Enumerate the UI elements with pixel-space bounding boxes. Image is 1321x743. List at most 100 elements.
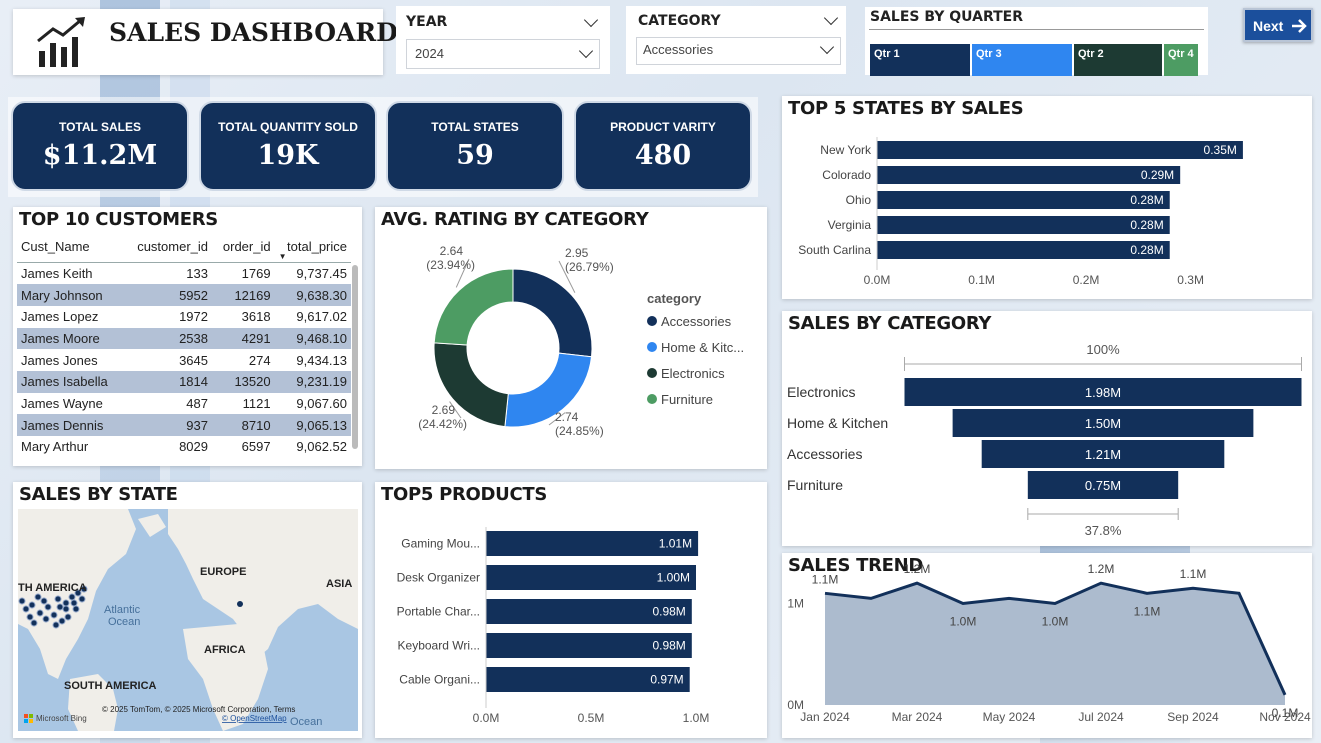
map-label-ocean: Ocean [108, 616, 140, 628]
table-cell: 3618 [241, 309, 271, 325]
top-states-card: TOP 5 STATES BY SALES New York 0.35M Color… [782, 96, 1312, 299]
table-cell: 487 [186, 395, 208, 411]
year-dropdown[interactable]: 2024 [406, 39, 600, 69]
legend-label[interactable]: Accessories [661, 314, 732, 329]
quarter-tile-q3[interactable]: Qtr 3 [972, 44, 1072, 76]
map-label-africa: AFRICA [204, 644, 246, 656]
microsoft-logo [24, 714, 28, 718]
column-header[interactable]: order_id [212, 235, 275, 263]
year-slicer: YEAR 2024 [396, 6, 610, 74]
data-label: 0.75M [1085, 478, 1121, 493]
quarter-divider [869, 29, 1204, 30]
table-row[interactable]: Mary Arthur 8029 6597 9,062.52 [17, 436, 351, 458]
data-label: (26.79%) [565, 260, 614, 274]
kpi-value: 59 [456, 140, 494, 171]
map-osm-link: © OpenStreetMap [222, 714, 287, 723]
table-cell: 4291 [212, 327, 275, 350]
data-label: 1.2M [904, 562, 931, 576]
category-label: South Carlina [798, 243, 871, 257]
table-cell: 2538 [123, 327, 212, 350]
sales-by-state-card: SALES BY STATE TH AMERICA EUROPE ASIA AF… [13, 482, 362, 738]
bar[interactable] [877, 216, 1170, 234]
tick-label: 0.3M [1177, 273, 1204, 287]
data-label: 1.0M [1042, 614, 1069, 628]
table-cell: James Jones [21, 352, 98, 368]
chevron-down-icon [578, 43, 594, 59]
map-label-south-america: SOUTH AMERICA [64, 680, 157, 692]
map-marker [36, 609, 44, 617]
table-row[interactable]: James Isabella 1814 13520 9,231.19 [17, 370, 351, 393]
legend-marker [647, 394, 657, 404]
legend-marker [647, 342, 657, 352]
category-dropdown[interactable]: Accessories [636, 37, 841, 65]
tick-label: Mar 2024 [892, 710, 943, 724]
bing-logo: Microsoft Bing [36, 714, 87, 723]
sales-by-category-funnel: 100% Electronics 1.98M Home & Kitchen 1.50M A… [787, 342, 1302, 538]
sort-desc-icon: ▼ [278, 252, 287, 261]
category-label: Desk Organizer [397, 571, 480, 585]
table-row[interactable]: James Wayne 487 1121 9,067.60 [17, 393, 351, 415]
data-label: (24.42%) [418, 417, 467, 431]
category-label: New York [820, 143, 872, 157]
funnel-bottom-label: 37.8% [1085, 523, 1122, 538]
quarter-tile-q4[interactable]: Qtr 4 [1164, 44, 1198, 76]
bar[interactable] [877, 166, 1181, 184]
column-header[interactable]: Cust_Name [17, 235, 124, 263]
quarter-slicer-title: SALES BY QUARTER [870, 9, 1023, 25]
table-cell: 9,231.19 [274, 370, 351, 393]
table-row[interactable]: James Dennis 937 8710 9,065.13 [17, 414, 351, 436]
quarter-tile-q2[interactable]: Qtr 2 [1074, 44, 1162, 76]
map-marker [54, 595, 62, 603]
map-marker [72, 605, 80, 613]
map-marker [64, 613, 72, 621]
kpi-value: 19K [257, 140, 319, 171]
next-button[interactable]: Next [1243, 8, 1313, 42]
column-header[interactable]: total_price ▼ [274, 235, 351, 263]
data-label: 1.21M [1085, 447, 1121, 462]
data-label: 0.98M [652, 605, 685, 619]
tick-label: 1.0M [683, 711, 710, 725]
pie-slice[interactable] [512, 268, 593, 358]
chevron-down-icon[interactable] [823, 10, 839, 26]
table-row[interactable]: Mary Johnson 5952 12169 9,638.30 [17, 284, 351, 306]
data-label: 1.98M [1085, 385, 1121, 400]
legend-label[interactable]: Home & Kitc... [661, 340, 744, 355]
data-label: 2.69 [432, 403, 456, 417]
column-header[interactable]: customer_id [123, 235, 212, 263]
table-row[interactable]: James Keith 133 1769 9,737.45 [17, 263, 351, 285]
tick-label: Jul 2024 [1078, 710, 1124, 724]
table-cell: 3645 [179, 352, 208, 368]
table-row[interactable]: James Jones 3645 274 9,434.13 [17, 349, 351, 371]
table-cell: 1121 [242, 395, 271, 411]
legend-label[interactable]: Furniture [661, 392, 713, 407]
category-label: Keyboard Wri... [398, 639, 480, 653]
bar[interactable] [877, 141, 1243, 159]
chevron-down-icon[interactable] [583, 12, 599, 28]
table-row[interactable]: James Moore 2538 4291 9,468.10 [17, 327, 351, 350]
map-marker [34, 593, 42, 601]
world-map[interactable]: TH AMERICA EUROPE ASIA AFRICA SOUTH AMER… [18, 509, 358, 731]
kpi-label: TOTAL STATES [431, 120, 519, 134]
bar[interactable] [877, 241, 1170, 259]
kpi-label: TOTAL QUANTITY SOLD [218, 120, 358, 134]
table-scrollbar[interactable] [352, 265, 358, 449]
map-marker [44, 603, 52, 611]
category-label: Furniture [787, 477, 843, 493]
tick-label: 0.1M [968, 273, 995, 287]
category-label: Electronics [787, 384, 855, 400]
quarter-tile-q1[interactable]: Qtr 1 [870, 44, 970, 76]
table-cell: Mary Johnson [17, 284, 124, 306]
legend-label[interactable]: Electronics [661, 366, 725, 381]
table-cell: 5952 [123, 284, 212, 306]
funnel-top-label: 100% [1086, 342, 1120, 357]
table-cell: 1769 [241, 266, 271, 282]
tick-label: 0.2M [1073, 273, 1100, 287]
table-row[interactable]: James Lopez 1972 3618 9,617.02 [17, 306, 351, 328]
pie-slice[interactable] [504, 352, 593, 428]
bar[interactable] [877, 191, 1170, 209]
table-cell: 133 [186, 266, 208, 282]
pie-slice[interactable] [433, 268, 514, 346]
data-label: (23.94%) [426, 258, 475, 272]
map-marker [26, 613, 34, 621]
microsoft-logo [29, 719, 33, 723]
